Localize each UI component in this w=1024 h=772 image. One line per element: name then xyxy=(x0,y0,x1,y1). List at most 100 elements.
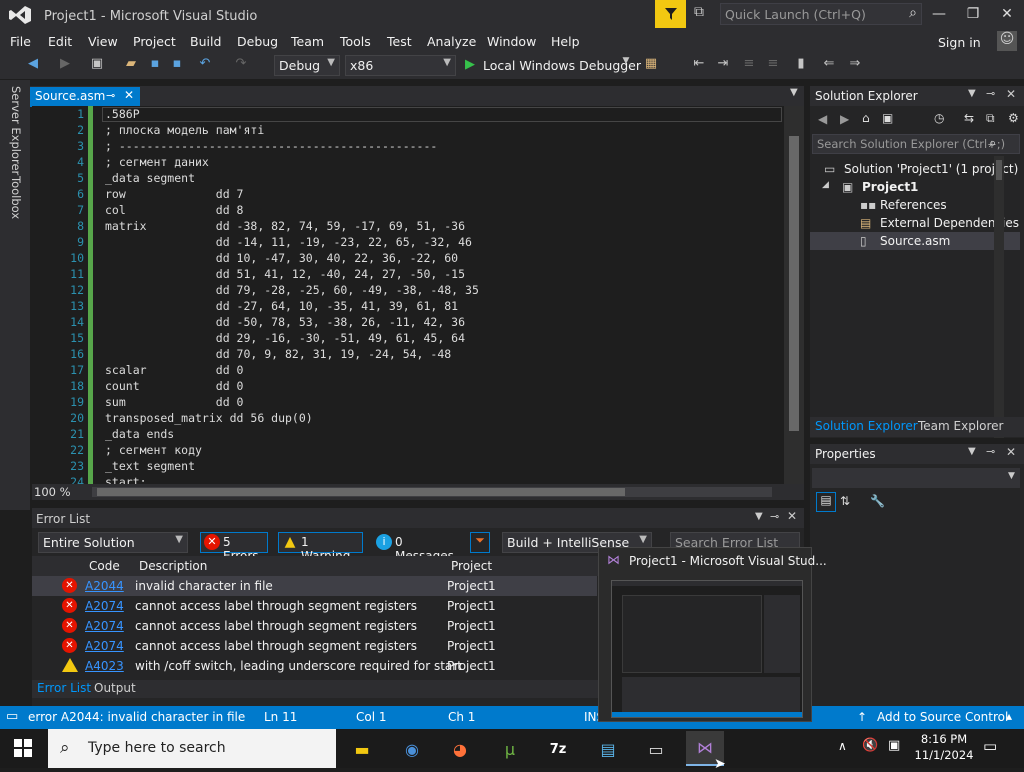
solution-scrollbar[interactable] xyxy=(994,156,1004,438)
toolbox-tab[interactable]: Toolbox xyxy=(9,176,23,219)
code-line[interactable]: start: xyxy=(105,475,147,484)
editor-horizontal-scrollbar[interactable] xyxy=(92,487,772,497)
error-row[interactable]: ✕ A2074 cannot access label through segmen… xyxy=(32,636,597,656)
tree-project[interactable]: Project1 xyxy=(862,180,918,194)
start-debugging-icon[interactable]: ▶ xyxy=(465,57,475,72)
solution-search-input[interactable]: Search Solution Explorer (Ctrl+;) ⌕ xyxy=(812,134,1020,154)
chevron-down-icon[interactable]: ▼ xyxy=(968,446,976,457)
menu-analyze[interactable]: Analyze xyxy=(427,34,476,49)
scrollbar-thumb[interactable] xyxy=(996,160,1002,180)
tree-source-asm[interactable]: Source.asm xyxy=(880,234,950,248)
configuration-dropdown[interactable]: Debug ▼ xyxy=(274,55,340,76)
redo-icon[interactable]: ↷ xyxy=(232,56,250,76)
pin-icon[interactable]: ⊸ xyxy=(986,87,995,100)
categorized-icon[interactable]: ▤ xyxy=(816,492,836,512)
chevron-down-icon[interactable]: ▼ xyxy=(968,88,976,99)
tab-solution-explorer[interactable]: Solution Explorer xyxy=(815,419,918,433)
expand-arrow-icon[interactable]: ◢ xyxy=(822,180,829,190)
error-row[interactable]: A4023 with /coff switch, leading undersco… xyxy=(32,656,597,676)
comment-icon[interactable]: ≡ xyxy=(740,56,758,76)
zoom-level[interactable]: 100 % xyxy=(34,485,71,499)
messages-filter-button[interactable]: i 0 Messages xyxy=(372,532,460,563)
bookmark-icon[interactable]: ▮ xyxy=(792,56,810,76)
error-row[interactable]: ✕ A2044 invalid character in file Project1 xyxy=(32,576,597,596)
menu-project[interactable]: Project xyxy=(133,34,176,49)
taskbar-search-box[interactable]: ⌕ Type here to search xyxy=(48,729,336,768)
home-icon[interactable]: ⌂ xyxy=(862,111,870,125)
menu-team[interactable]: Team xyxy=(291,34,324,49)
back-icon[interactable]: ◀ xyxy=(818,112,827,126)
code-line[interactable]: transposed_matrix dd 56 dup(0) xyxy=(105,411,313,425)
warnings-filter-button[interactable]: ▲ 1 Warning xyxy=(278,532,363,563)
close-icon[interactable]: ✕ xyxy=(1006,87,1016,101)
pin-icon[interactable]: ⊸ xyxy=(770,510,779,523)
scrollbar-thumb[interactable] xyxy=(97,488,625,496)
tree-references[interactable]: References xyxy=(880,198,947,212)
collapse-all-icon[interactable]: ⧉ xyxy=(986,111,995,126)
restore-icon[interactable]: ❐ xyxy=(956,0,990,28)
command-prompt-icon[interactable]: ▭ xyxy=(639,733,673,765)
7zip-icon[interactable]: 7z xyxy=(541,733,575,765)
properties-icon[interactable]: ⚙ xyxy=(1008,111,1019,125)
tab-source-asm[interactable]: Source.asm ⊸ ✕ xyxy=(30,87,140,107)
menu-window[interactable]: Window xyxy=(487,34,536,49)
sign-in-link[interactable]: Sign in xyxy=(938,35,981,50)
column-code[interactable]: Code xyxy=(89,559,120,573)
code-line[interactable]: _data segment xyxy=(105,171,195,185)
taskbar-clock[interactable]: 8:16 PM 11/1/2024 xyxy=(914,731,974,763)
code-line[interactable]: scalar dd 0 xyxy=(105,363,243,377)
column-description[interactable]: Description xyxy=(139,559,207,573)
control-panel-icon[interactable]: ▤ xyxy=(591,733,625,765)
close-icon[interactable]: ✕ xyxy=(787,509,797,523)
platform-dropdown[interactable]: x86 ▼ xyxy=(345,55,456,76)
server-explorer-tab[interactable]: Server Explorer xyxy=(9,86,23,175)
code-line[interactable]: dd -50, 78, 53, -38, 26, -11, 42, 36 xyxy=(105,315,465,329)
account-icon[interactable]: ☺ xyxy=(997,31,1017,51)
action-center-icon[interactable]: ▭ xyxy=(983,737,997,755)
code-line[interactable]: dd 10, -47, 30, 40, 22, 36, -22, 60 xyxy=(105,251,458,265)
browse-icon[interactable]: ▦ xyxy=(642,56,660,76)
menu-tools[interactable]: Tools xyxy=(340,34,371,49)
chevron-down-icon[interactable]: ▼ xyxy=(755,511,763,522)
code-line[interactable]: dd -27, 64, 10, -35, 41, 39, 61, 81 xyxy=(105,299,458,313)
open-folder-icon[interactable]: ▰ xyxy=(122,56,140,76)
bookmark-next-icon[interactable]: ⇒ xyxy=(846,56,864,76)
forward-icon[interactable]: ▶ xyxy=(840,112,849,126)
close-tab-icon[interactable]: ✕ xyxy=(124,88,134,102)
back-icon[interactable]: ◀ xyxy=(24,56,42,76)
menu-test[interactable]: Test xyxy=(387,34,412,49)
tab-team-explorer[interactable]: Team Explorer xyxy=(918,419,1004,433)
code-line[interactable]: matrix dd -38, 82, 74, 59, -17, 69, 51, … xyxy=(105,219,465,233)
code-editor[interactable]: 1 .586P 2 ; плоска модель пам'яті 3 ; -------… xyxy=(32,106,804,484)
chrome-icon[interactable]: ◉ xyxy=(395,733,429,765)
code-line[interactable]: sum dd 0 xyxy=(105,395,243,409)
new-project-icon[interactable]: ▣ xyxy=(88,56,106,76)
volume-muted-icon[interactable]: 🔇 xyxy=(862,738,878,753)
code-line[interactable]: row dd 7 xyxy=(105,187,243,201)
code-line[interactable]: col dd 8 xyxy=(105,203,243,217)
error-row[interactable]: ✕ A2074 cannot access label through segmen… xyxy=(32,596,597,616)
minimize-icon[interactable]: — xyxy=(922,0,956,28)
firefox-icon[interactable]: ◕ xyxy=(443,733,477,765)
code-line[interactable]: _data ends xyxy=(105,427,174,441)
pin-icon[interactable]: ⊸ xyxy=(986,445,995,458)
code-line[interactable]: dd 79, -28, -25, 60, -49, -38, -48, 35 xyxy=(105,283,479,297)
filter-icon[interactable]: ⏷ xyxy=(470,532,490,553)
history-icon[interactable]: ◷ xyxy=(934,111,944,125)
menu-debug[interactable]: Debug xyxy=(237,34,278,49)
menu-view[interactable]: View xyxy=(88,34,118,49)
code-line[interactable]: ; сегмент даних xyxy=(105,155,209,169)
error-row[interactable]: ✕ A2074 cannot access label through segmen… xyxy=(32,616,597,636)
code-line[interactable]: dd 29, -16, -30, -51, 49, 61, 45, 64 xyxy=(105,331,465,345)
forward-icon[interactable]: ▶ xyxy=(56,56,74,76)
add-to-source-control-button[interactable]: Add to Source Control xyxy=(877,710,1008,724)
code-line[interactable]: count dd 0 xyxy=(105,379,243,393)
tab-list-dropdown-icon[interactable]: ▼ xyxy=(790,87,798,98)
alphabetical-icon[interactable]: ⇅ xyxy=(840,494,850,508)
start-debugger-button[interactable]: Local Windows Debugger xyxy=(483,58,641,73)
error-code-link[interactable]: A2074 xyxy=(85,619,124,633)
notifications-icon[interactable]: ▴ xyxy=(1006,709,1012,723)
outdent-icon[interactable]: ⇥ xyxy=(714,56,732,76)
scrollbar-thumb[interactable] xyxy=(789,136,799,431)
code-line[interactable]: ; плоска модель пам'яті xyxy=(105,123,264,137)
